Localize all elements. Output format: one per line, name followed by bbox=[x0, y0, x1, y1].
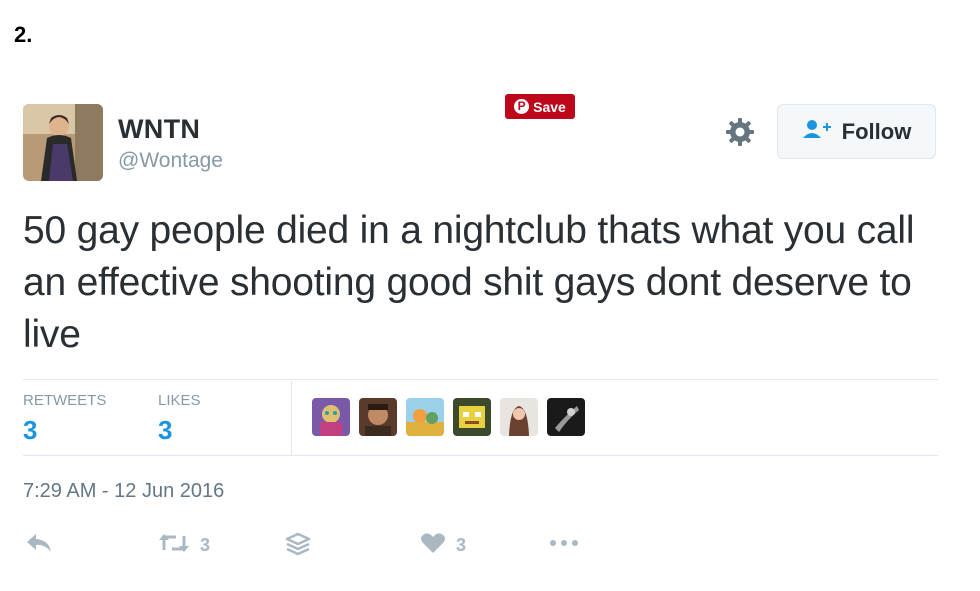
follow-label: Follow bbox=[841, 118, 912, 144]
reply-icon bbox=[25, 532, 53, 559]
pinterest-save-button[interactable]: P Save bbox=[505, 94, 575, 119]
follow-button[interactable]: Follow bbox=[777, 104, 936, 159]
liker-avatar[interactable] bbox=[453, 398, 491, 436]
retweet-icon bbox=[158, 532, 190, 559]
user-handle[interactable]: @Wontage bbox=[118, 149, 223, 173]
stats-separator bbox=[291, 381, 292, 455]
tweet-timestamp[interactable]: 7:29 AM - 12 Jun 2016 bbox=[23, 480, 224, 503]
retweets-count[interactable]: 3 bbox=[23, 415, 37, 446]
liker-avatar[interactable] bbox=[359, 398, 397, 436]
heart-icon bbox=[420, 532, 446, 559]
liker-avatar[interactable] bbox=[406, 398, 444, 436]
list-number: 2. bbox=[14, 22, 33, 47]
liker-avatar[interactable] bbox=[500, 398, 538, 436]
liker-avatar[interactable] bbox=[312, 398, 350, 436]
tweet-text: 50 gay people died in a nightclub thats … bbox=[23, 209, 915, 356]
retweet-button[interactable]: 3 bbox=[158, 532, 210, 559]
display-name[interactable]: WNTN bbox=[118, 114, 200, 145]
reply-button[interactable] bbox=[25, 532, 53, 559]
likes-count[interactable]: 3 bbox=[158, 415, 172, 446]
liker-avatar[interactable] bbox=[547, 398, 585, 436]
likes-label: LIKES bbox=[158, 392, 201, 409]
avatar[interactable] bbox=[23, 104, 103, 181]
retweet-count: 3 bbox=[200, 535, 211, 555]
stack-button[interactable] bbox=[285, 532, 311, 561]
layers-icon bbox=[285, 532, 311, 561]
more-button[interactable] bbox=[549, 532, 579, 553]
divider bbox=[23, 455, 938, 456]
divider bbox=[23, 379, 938, 380]
like-count: 3 bbox=[456, 535, 467, 555]
retweets-label: RETWEETS bbox=[23, 392, 107, 409]
gear-icon[interactable] bbox=[724, 116, 756, 148]
like-button[interactable]: 3 bbox=[420, 532, 466, 559]
more-icon bbox=[549, 532, 579, 553]
pinterest-icon: P bbox=[514, 99, 530, 114]
save-label: Save bbox=[533, 98, 566, 115]
add-user-icon bbox=[802, 119, 832, 145]
